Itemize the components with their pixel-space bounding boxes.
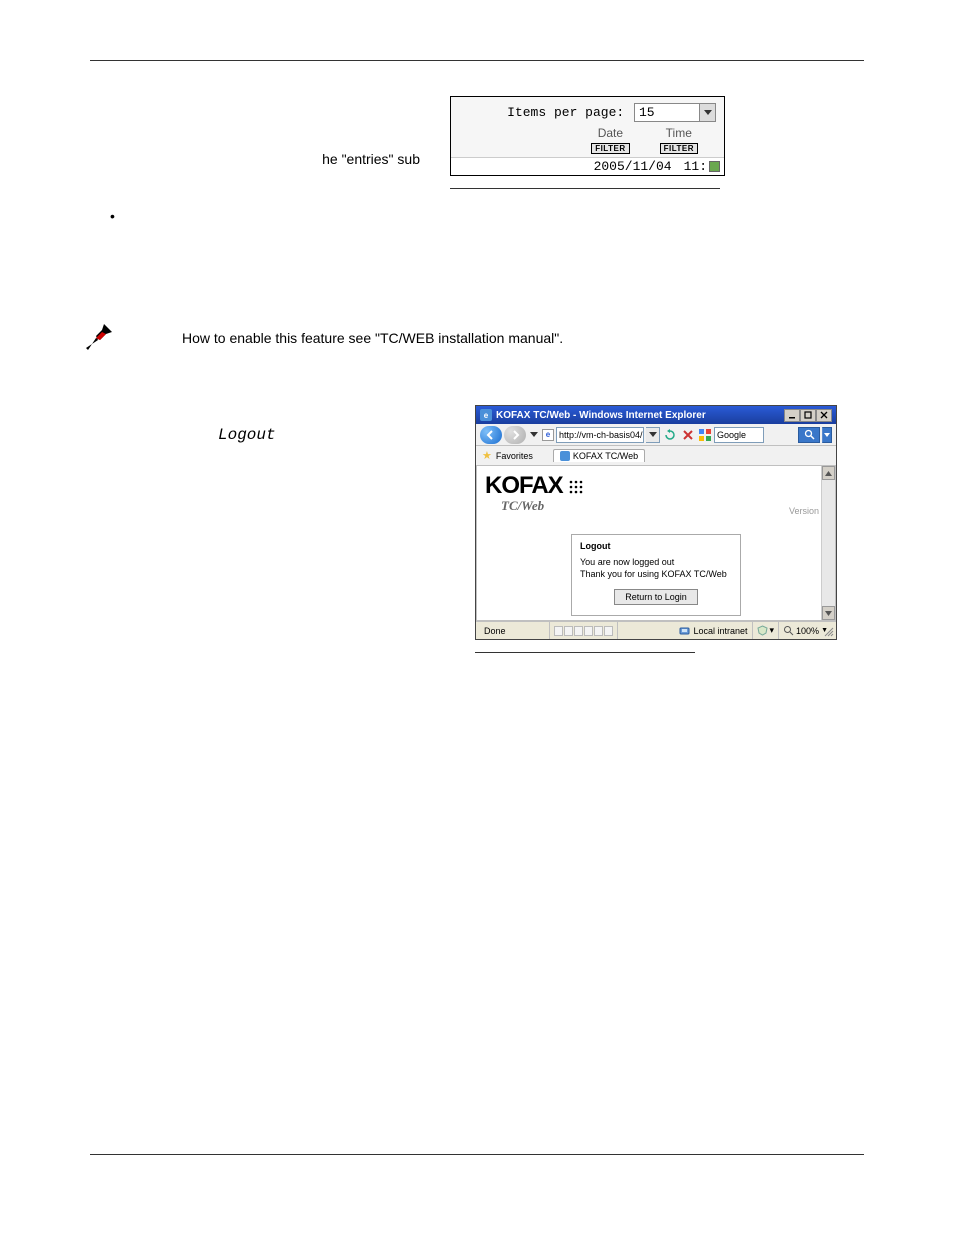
google-icon <box>698 428 712 442</box>
status-text: Done <box>480 622 550 639</box>
nav-history-dropdown[interactable] <box>528 432 540 437</box>
search-button[interactable] <box>798 427 820 443</box>
nav-toolbar: e http://vm-ch-basis04/ Google <box>476 424 836 446</box>
scroll-up-icon[interactable] <box>709 161 720 172</box>
zoom-value: 100% <box>796 626 819 636</box>
search-icon <box>804 429 815 440</box>
zoom-icon <box>783 625 794 636</box>
minimize-icon <box>788 411 796 419</box>
resize-grip-icon[interactable] <box>823 626 835 638</box>
figure-browser-window: e KOFAX TC/Web - Windows Internet Explor… <box>475 405 837 640</box>
col-time-label: Time <box>660 126 698 140</box>
figure1-caption-rule <box>450 188 720 189</box>
logout-message-1: You are now logged out <box>580 557 732 567</box>
progress-indicator <box>550 622 618 639</box>
kofax-logo: KOFAX <box>477 466 835 500</box>
filter-time-button[interactable]: FILTER <box>660 143 698 154</box>
version-label: Version <box>789 506 819 516</box>
tab-title: KOFAX TC/Web <box>573 451 638 461</box>
filter-date-button[interactable]: FILTER <box>591 143 629 154</box>
maximize-button[interactable] <box>800 409 816 422</box>
return-to-login-button[interactable]: Return to Login <box>614 589 698 605</box>
x-icon <box>683 430 693 440</box>
chevron-down-icon <box>825 611 832 616</box>
header-rule <box>90 60 864 61</box>
items-per-page-select[interactable]: 15 <box>634 103 716 122</box>
intranet-icon <box>679 625 690 636</box>
scroll-down-button[interactable] <box>822 606 835 620</box>
arrow-left-icon <box>486 430 496 440</box>
protected-mode-cell[interactable]: ▾ <box>753 622 780 639</box>
dropdown-button[interactable] <box>699 104 715 121</box>
address-dropdown[interactable] <box>646 427 660 443</box>
date-cell: 2005/11/04 <box>594 159 672 174</box>
note-text: How to enable this feature see "TC/WEB i… <box>182 330 563 346</box>
maximize-icon <box>804 411 812 419</box>
favorites-label[interactable]: Favorites <box>496 451 533 461</box>
logo-dots-icon <box>567 472 585 500</box>
forward-button[interactable] <box>504 426 526 444</box>
minimize-button[interactable] <box>784 409 800 422</box>
close-button[interactable] <box>816 409 832 422</box>
stop-button[interactable] <box>680 427 696 443</box>
figure-items-per-page: Items per page: 15 Date FILTER <box>450 96 725 176</box>
figure-1-wrap: Items per page: 15 Date FILTER <box>450 91 725 189</box>
figure2-caption-rule <box>475 652 695 653</box>
body-fragment: he "entries" sub <box>90 91 430 167</box>
bullet: • <box>110 208 115 224</box>
shield-icon <box>757 625 768 636</box>
logout-heading: Logout <box>580 541 732 551</box>
chevron-up-icon <box>825 471 832 476</box>
status-bar: Done Local intranet ▾ 100% ▼ <box>476 621 836 639</box>
items-per-page-value: 15 <box>639 105 655 120</box>
pushpin-icon <box>82 320 118 361</box>
arrow-right-icon <box>510 430 520 440</box>
search-dropdown[interactable] <box>822 427 832 443</box>
ie-icon: e <box>480 409 492 421</box>
vertical-scrollbar[interactable] <box>821 466 835 620</box>
product-name: TC/Web <box>477 498 835 514</box>
search-input[interactable]: Google <box>714 427 764 443</box>
close-icon <box>820 411 828 419</box>
time-cell: 11: <box>684 159 720 174</box>
logout-message-2: Thank you for using KOFAX TC/Web <box>580 569 732 579</box>
scroll-up-button[interactable] <box>822 466 835 480</box>
star-icon[interactable]: ★ <box>482 449 492 462</box>
browser-tab[interactable]: KOFAX TC/Web <box>553 449 645 462</box>
chevron-down-icon <box>649 432 657 437</box>
back-button[interactable] <box>480 426 502 444</box>
footer-rule <box>90 1154 864 1155</box>
refresh-button[interactable] <box>662 427 678 443</box>
col-date-label: Date <box>591 126 629 140</box>
page-content: KOFAX TC/Web Version Logout You are now … <box>476 466 836 621</box>
page-icon: e <box>542 429 554 441</box>
logout-section-label: Logout <box>218 426 276 444</box>
logout-panel: Logout You are now logged out Thank you … <box>571 534 741 616</box>
chevron-down-icon <box>704 110 712 115</box>
items-per-page-label: Items per page: <box>507 105 624 120</box>
window-title: KOFAX TC/Web - Windows Internet Explorer <box>496 410 706 421</box>
ie-tab-icon <box>560 451 570 461</box>
chevron-down-icon <box>824 433 830 437</box>
refresh-icon <box>664 429 676 441</box>
chevron-down-icon <box>530 432 538 437</box>
window-titlebar[interactable]: e KOFAX TC/Web - Windows Internet Explor… <box>476 406 836 424</box>
security-zone[interactable]: Local intranet <box>675 622 752 639</box>
favorites-bar: ★ Favorites KOFAX TC/Web <box>476 446 836 466</box>
address-bar[interactable]: http://vm-ch-basis04/ <box>556 427 644 443</box>
